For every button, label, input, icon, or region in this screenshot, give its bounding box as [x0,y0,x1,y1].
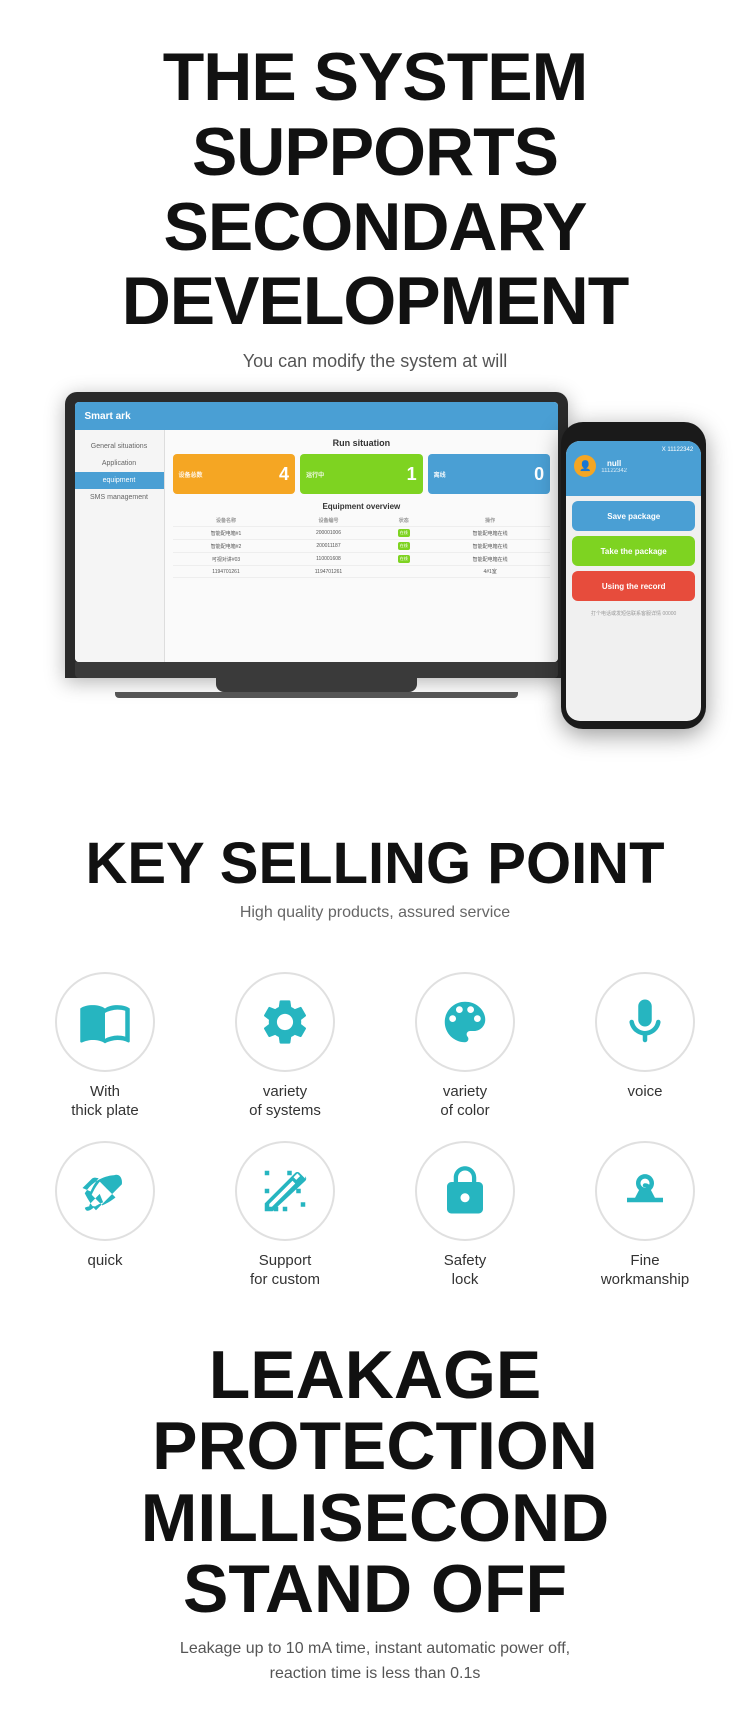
leakage-section: LEAKAGE PROTECTION MILLISECOND STAND OFF… [0,1320,750,1717]
icon-label-book: Withthick plate [71,1082,139,1121]
icon-circle-palette [415,972,515,1072]
selling-section: KEY SELLING POINT High quality products,… [0,792,750,972]
stat-green: 运行中 1 [300,454,423,494]
equip-title: Equipment overview [173,502,551,511]
sidebar-sms: SMS management [75,489,164,506]
icon-grid: Withthick plate varietyof systems variet… [0,972,750,1320]
icon-item-rocket: quick [20,1141,190,1290]
icon-label-gear: varietyof systems [249,1082,321,1121]
lock-icon [438,1164,492,1218]
icon-label-rocket: quick [87,1251,122,1271]
laptop-main: Run situation 设备总数 4 运行中 1 [165,430,559,662]
dev-subtitle: You can modify the system at will [30,351,720,372]
dev-title: THE SYSTEM SUPPORTS SECONDARY DEVELOPMEN… [30,40,720,339]
icon-item-gear: varietyof systems [200,972,370,1121]
icon-item-mic: voice [560,972,730,1121]
icon-label-lock: Safetylock [444,1251,487,1290]
icon-item-book: Withthick plate [20,972,190,1121]
icon-label-fan: Fineworkmanship [601,1251,689,1290]
leakage-title: LEAKAGE PROTECTION MILLISECOND STAND OFF [20,1340,730,1626]
stat-blue: 离线 0 [428,454,551,494]
icon-item-palette: varietyof color [380,972,550,1121]
phone-header: X 11122342 👤 null 11122342 [566,441,701,496]
run-title: Run situation [173,438,551,448]
phone-username: null [601,459,627,468]
device-container: Smart ark General situations Application… [30,392,720,772]
phone-btn-record[interactable]: Using the record [572,571,695,601]
stat-orange: 设备总数 4 [173,454,296,494]
dev-section: THE SYSTEM SUPPORTS SECONDARY DEVELOPMEN… [0,0,750,792]
sidebar-general: General situations [75,438,164,455]
phone-btn-save[interactable]: Save package [572,501,695,531]
icon-circle-lock [415,1141,515,1241]
icon-circle-fan [595,1141,695,1241]
icon-label-mic: voice [627,1082,662,1102]
stat-cards: 设备总数 4 运行中 1 离线 0 [173,454,551,494]
sidebar-app: Application [75,455,164,472]
ruler-icon [258,1164,312,1218]
icon-circle-mic [595,972,695,1072]
icon-label-ruler: Supportfor custom [250,1251,320,1290]
laptop-logo: Smart ark [85,411,131,422]
phone-footer: 打个电话或发短信联系客服详情 00000 [566,606,701,621]
icon-label-palette: varietyof color [440,1082,489,1121]
phone-notch [614,430,654,438]
palette-icon [438,995,492,1049]
gear-icon [258,995,312,1049]
selling-title: KEY SELLING POINT [30,832,720,896]
rocket-icon [78,1164,132,1218]
icon-item-lock: Safetylock [380,1141,550,1290]
leakage-desc: Leakage up to 10 mA time, instant automa… [20,1636,730,1687]
icon-circle-book [55,972,155,1072]
icon-circle-ruler [235,1141,335,1241]
laptop-mockup: Smart ark General situations Application… [65,392,569,698]
phone-avatar: 👤 [574,455,596,477]
mic-icon [618,995,672,1049]
icon-circle-rocket [55,1141,155,1241]
laptop-sidebar: General situations Application equipment… [75,430,165,662]
phone-mockup: X 11122342 👤 null 11122342 Save package … [561,422,706,729]
selling-subtitle: High quality products, assured service [30,904,720,922]
icon-circle-gear [235,972,335,1072]
sidebar-equip: equipment [75,472,164,489]
phone-userid: 11122342 [601,468,627,474]
equip-table: 设备名称设备编号状态操作 智能配电箱#1200001006在线智能配电箱在线 智… [173,515,551,578]
fan-icon [618,1164,672,1218]
book-icon [78,995,132,1049]
phone-screen: X 11122342 👤 null 11122342 Save package … [566,441,701,721]
icon-item-ruler: Supportfor custom [200,1141,370,1290]
phone-btn-take[interactable]: Take the package [572,536,695,566]
icon-item-fan: Fineworkmanship [560,1141,730,1290]
